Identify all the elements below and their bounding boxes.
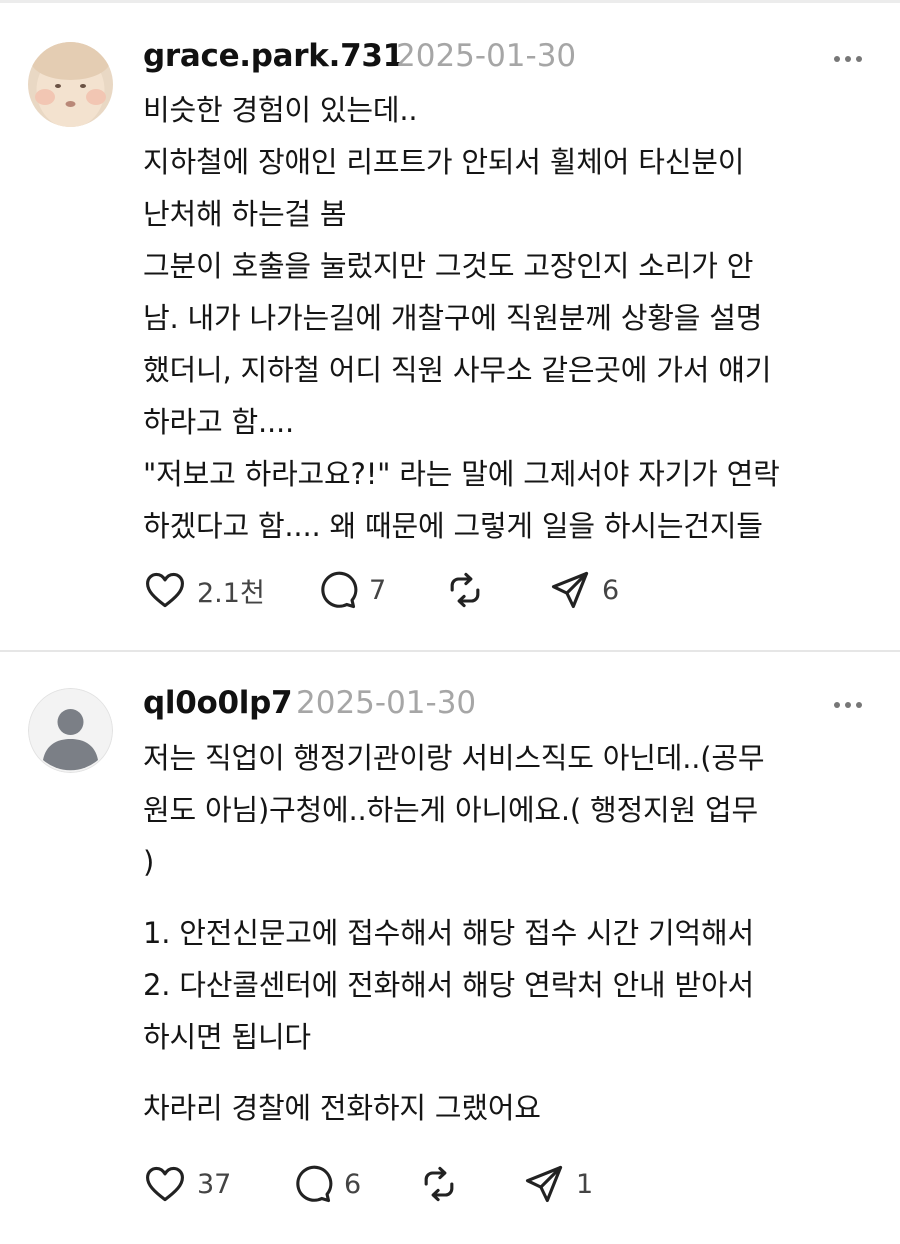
post-text-line: 난처해 하는걸 봄 <box>143 197 347 231</box>
post-item: ql0o0lp7 2025-01-30 저는 직업이 행정기관이랑 서비스직도 … <box>0 652 900 1244</box>
speech-bubble-icon <box>321 571 358 609</box>
post-text-line: 하시면 됩니다 <box>143 1020 311 1054</box>
repost-button[interactable] <box>417 1162 471 1206</box>
repost-arrows-icon <box>450 572 480 608</box>
post-item: grace.park.731 2025-01-30 비슷한 경험이 있는데.. … <box>0 0 900 650</box>
post-date: 2025-01-30 <box>396 38 577 74</box>
post-text-line: 남. 내가 나가는길에 개찰구에 직원분께 상황을 설명 <box>143 301 763 335</box>
post-text-line: 1. 안전신문고에 접수해서 해당 접수 시간 기억해서 <box>143 916 754 950</box>
post-text-line: 그분이 호출을 눌렀지만 그것도 고장인지 소리가 안 <box>143 249 754 283</box>
share-count: 1 <box>576 1168 594 1200</box>
avatar[interactable] <box>28 42 113 127</box>
more-dots-icon[interactable] <box>834 56 864 64</box>
username[interactable]: ql0o0lp7 <box>143 685 293 721</box>
post-text-line: 2. 다산콜센터에 전화해서 해당 연락처 안내 받아서 <box>143 968 754 1002</box>
post-text-line: 지하철에 장애인 리프트가 안되서 휠체어 타신분이 <box>143 145 745 179</box>
share-button[interactable]: 1 <box>522 1162 593 1206</box>
post-text-line: 저는 직업이 행정기관이랑 서비스직도 아닌데..(공무 <box>143 741 765 775</box>
username[interactable]: grace.park.731 <box>143 38 404 74</box>
like-button[interactable]: 2.1천 <box>143 568 265 612</box>
more-dots-icon[interactable] <box>834 702 864 710</box>
post-date: 2025-01-30 <box>296 685 477 721</box>
repost-button[interactable] <box>443 568 497 612</box>
comment-count: 7 <box>369 574 387 606</box>
post-text-line: 했더니, 지하철 어디 직원 사무소 같은곳에 가서 얘기 <box>143 353 772 387</box>
comment-button[interactable]: 7 <box>315 568 386 612</box>
like-button[interactable]: 37 <box>143 1162 231 1206</box>
post-body: 저는 직업이 행정기관이랑 서비스직도 아닌데..(공무 원도 아님)구청에..… <box>143 732 883 1134</box>
comment-button[interactable]: 6 <box>290 1162 361 1206</box>
post-text-line: ) <box>143 845 155 879</box>
repost-arrows-icon <box>424 1166 454 1202</box>
post-text-line: "저보고 하라고요?!" 라는 말에 그제서야 자기가 연락 <box>143 457 780 491</box>
default-avatar-icon[interactable] <box>28 688 113 773</box>
post-text-line: 하라고 함.... <box>143 405 295 439</box>
paper-plane-icon <box>551 571 589 609</box>
post-text-line: 원도 아님)구청에..하는게 아니에요.( 행정지원 업무 <box>143 793 758 827</box>
share-button[interactable]: 6 <box>548 568 619 612</box>
like-count: 2.1천 <box>197 577 265 609</box>
speech-bubble-icon <box>296 1165 333 1203</box>
paper-plane-icon <box>525 1165 563 1203</box>
post-text-line: 비슷한 경험이 있는데.. <box>143 93 418 127</box>
comment-count: 6 <box>344 1168 362 1200</box>
like-count: 37 <box>197 1168 232 1200</box>
post-text-line: 하겠다고 함.... 왜 때문에 그렇게 일을 하시는건지들 <box>143 509 763 543</box>
share-count: 6 <box>602 574 620 606</box>
post-text-line: 차라리 경찰에 전화하지 그랬어요 <box>143 1091 541 1125</box>
heart-icon <box>146 1166 184 1202</box>
heart-icon <box>146 572 184 608</box>
post-body: 비슷한 경험이 있는데.. 지하철에 장애인 리프트가 안되서 휠체어 타신분이… <box>143 84 883 552</box>
